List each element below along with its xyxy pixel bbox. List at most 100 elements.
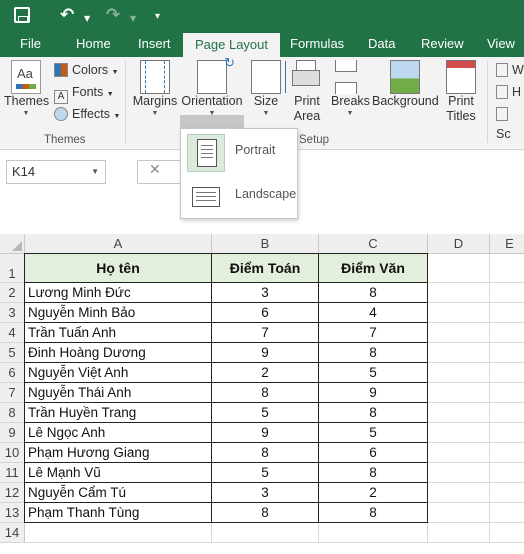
name-cell[interactable]: Đinh Hoàng Dương bbox=[24, 342, 212, 363]
header-cell[interactable]: Điểm Văn bbox=[318, 253, 428, 283]
table-cell[interactable] bbox=[428, 463, 490, 483]
table-cell[interactable] bbox=[428, 383, 490, 403]
orientation-button[interactable]: Orientation ▼ bbox=[180, 55, 244, 119]
name-cell[interactable]: Phạm Thanh Tùng bbox=[24, 502, 212, 523]
redo-icon[interactable]: ↷ bbox=[106, 5, 120, 25]
score-cell[interactable]: 8 bbox=[211, 502, 319, 523]
orientation-landscape-item[interactable]: Landscape bbox=[184, 175, 296, 217]
column-header-d[interactable]: D bbox=[428, 234, 490, 254]
name-cell[interactable]: Nguyễn Việt Anh bbox=[24, 362, 212, 383]
background-button[interactable]: Background bbox=[372, 60, 439, 109]
row-header[interactable]: 7 bbox=[0, 383, 25, 403]
score-cell[interactable]: 3 bbox=[211, 482, 319, 503]
row-header[interactable]: 3 bbox=[0, 303, 25, 323]
table-cell[interactable] bbox=[428, 283, 490, 303]
table-cell[interactable] bbox=[428, 323, 490, 343]
score-cell[interactable]: 9 bbox=[318, 382, 428, 403]
table-cell[interactable] bbox=[428, 303, 490, 323]
score-cell[interactable]: 8 bbox=[318, 462, 428, 483]
orientation-portrait-item[interactable]: Portrait bbox=[184, 131, 294, 173]
tab-view[interactable]: View bbox=[487, 30, 515, 57]
table-cell[interactable] bbox=[428, 443, 490, 463]
score-cell[interactable]: 7 bbox=[211, 322, 319, 343]
table-cell[interactable] bbox=[428, 363, 490, 383]
table-cell[interactable] bbox=[25, 523, 212, 543]
table-cell[interactable] bbox=[319, 523, 428, 543]
table-cell[interactable] bbox=[428, 483, 490, 503]
score-cell[interactable]: 6 bbox=[318, 442, 428, 463]
column-header-b[interactable]: B bbox=[212, 234, 319, 254]
row-header[interactable]: 4 bbox=[0, 323, 25, 343]
tab-insert[interactable]: Insert bbox=[138, 30, 171, 57]
name-cell[interactable]: Nguyễn Minh Bảo bbox=[24, 302, 212, 323]
scale-width-control[interactable]: W bbox=[496, 60, 524, 80]
table-cell[interactable] bbox=[428, 423, 490, 443]
table-cell[interactable] bbox=[428, 503, 490, 523]
table-cell[interactable] bbox=[428, 343, 490, 363]
score-cell[interactable]: 4 bbox=[318, 302, 428, 323]
table-cell[interactable] bbox=[490, 303, 524, 323]
colors-button[interactable]: Colors ▼ bbox=[54, 60, 119, 80]
row-header[interactable]: 12 bbox=[0, 483, 25, 503]
table-cell[interactable] bbox=[490, 503, 524, 523]
row-header[interactable]: 14 bbox=[0, 523, 25, 543]
row-header[interactable]: 5 bbox=[0, 343, 25, 363]
table-cell[interactable] bbox=[490, 483, 524, 503]
row-header[interactable]: 13 bbox=[0, 503, 25, 523]
name-box[interactable]: K14 ▼ bbox=[6, 160, 106, 184]
score-cell[interactable]: 2 bbox=[318, 482, 428, 503]
score-cell[interactable]: 7 bbox=[318, 322, 428, 343]
save-icon[interactable] bbox=[14, 7, 30, 23]
chevron-down-icon[interactable]: ▼ bbox=[91, 161, 99, 183]
table-cell[interactable] bbox=[428, 254, 490, 283]
tab-data[interactable]: Data bbox=[368, 30, 395, 57]
tab-formulas[interactable]: Formulas bbox=[290, 30, 344, 57]
header-cell[interactable]: Điểm Toán bbox=[211, 253, 319, 283]
table-cell[interactable] bbox=[490, 523, 524, 543]
name-cell[interactable]: Nguyễn Thái Anh bbox=[24, 382, 212, 403]
column-header-a[interactable]: A bbox=[25, 234, 212, 254]
row-header[interactable]: 10 bbox=[0, 443, 25, 463]
table-cell[interactable] bbox=[490, 383, 524, 403]
table-cell[interactable] bbox=[212, 523, 319, 543]
margins-button[interactable]: Margins ▼ bbox=[132, 60, 178, 119]
score-cell[interactable]: 8 bbox=[211, 382, 319, 403]
name-cell[interactable]: Phạm Hương Giang bbox=[24, 442, 212, 463]
score-cell[interactable]: 3 bbox=[211, 282, 319, 303]
name-cell[interactable]: Lê Mạnh Vũ bbox=[24, 462, 212, 483]
breaks-button[interactable]: Breaks ▼ bbox=[331, 60, 370, 119]
table-cell[interactable] bbox=[490, 283, 524, 303]
redo-dropdown-icon[interactable]: ▼ bbox=[130, 9, 136, 29]
fonts-button[interactable]: A Fonts ▼ bbox=[54, 82, 114, 104]
customize-quick-access-icon[interactable]: ▾ bbox=[155, 7, 160, 27]
print-titles-button[interactable]: Print Titles bbox=[442, 60, 480, 124]
score-cell[interactable]: 2 bbox=[211, 362, 319, 383]
name-cell[interactable]: Lê Ngọc Anh bbox=[24, 422, 212, 443]
undo-dropdown-icon[interactable]: ▼ bbox=[84, 9, 90, 29]
table-cell[interactable] bbox=[428, 523, 490, 543]
row-header[interactable]: 2 bbox=[0, 283, 25, 303]
scale-control[interactable]: Sc bbox=[496, 104, 524, 141]
score-cell[interactable]: 6 bbox=[211, 302, 319, 323]
row-header[interactable]: 6 bbox=[0, 363, 25, 383]
score-cell[interactable]: 9 bbox=[211, 422, 319, 443]
size-button[interactable]: Size ▼ bbox=[250, 60, 286, 119]
select-all-corner[interactable] bbox=[0, 234, 25, 254]
name-cell[interactable]: Trần Tuấn Anh bbox=[24, 322, 212, 343]
row-header[interactable]: 9 bbox=[0, 423, 25, 443]
score-cell[interactable]: 9 bbox=[211, 342, 319, 363]
table-cell[interactable] bbox=[490, 423, 524, 443]
column-header-c[interactable]: C bbox=[319, 234, 428, 254]
header-cell[interactable]: Họ tên bbox=[24, 253, 212, 283]
score-cell[interactable]: 5 bbox=[318, 362, 428, 383]
score-cell[interactable]: 5 bbox=[318, 422, 428, 443]
effects-button[interactable]: Effects ▼ bbox=[54, 104, 120, 124]
tab-review[interactable]: Review bbox=[421, 30, 464, 57]
score-cell[interactable]: 5 bbox=[211, 402, 319, 423]
score-cell[interactable]: 8 bbox=[318, 502, 428, 523]
table-cell[interactable] bbox=[490, 343, 524, 363]
table-cell[interactable] bbox=[490, 443, 524, 463]
tab-file[interactable]: File bbox=[20, 30, 41, 57]
column-header-e[interactable]: E bbox=[490, 234, 524, 254]
table-cell[interactable] bbox=[490, 323, 524, 343]
